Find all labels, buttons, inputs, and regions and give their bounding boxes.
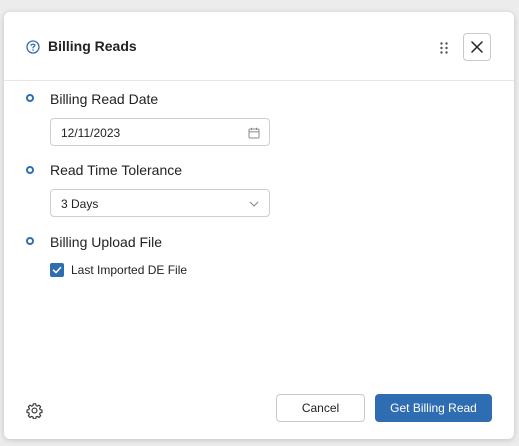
step-marker-billing-upload-file <box>26 237 34 245</box>
chevron-down-icon <box>248 197 260 209</box>
help-circle-icon[interactable] <box>26 40 40 54</box>
read-time-tolerance-select[interactable]: 3 Days <box>50 189 270 217</box>
step-marker-billing-read-date <box>26 94 34 102</box>
calendar-icon[interactable] <box>248 126 260 139</box>
drag-handle-icon[interactable] <box>439 41 449 55</box>
cancel-button[interactable]: Cancel <box>276 394 365 422</box>
read-time-tolerance-value: 3 Days <box>61 197 99 211</box>
last-imported-de-file-checkbox[interactable] <box>50 263 64 277</box>
dialog-header: Billing Reads <box>4 12 514 81</box>
step-marker-read-time-tolerance <box>26 166 34 174</box>
get-billing-read-button[interactable]: Get Billing Read <box>375 394 492 422</box>
dialog-title: Billing Reads <box>48 38 137 54</box>
close-icon <box>471 41 483 53</box>
read-time-tolerance-label: Read Time Tolerance <box>50 162 183 178</box>
billing-read-date-value: 12/11/2023 <box>61 126 121 140</box>
billing-reads-dialog: Billing Reads Billing Read Date 12/11/20… <box>4 12 514 439</box>
billing-read-date-field[interactable]: 12/11/2023 <box>50 118 270 146</box>
last-imported-de-file-label[interactable]: Last Imported DE File <box>71 263 187 277</box>
billing-read-date-label: Billing Read Date <box>50 91 159 107</box>
checkmark-icon <box>52 266 62 274</box>
gear-icon[interactable] <box>26 402 43 420</box>
close-button[interactable] <box>463 33 491 61</box>
billing-upload-file-label: Billing Upload File <box>50 234 163 250</box>
